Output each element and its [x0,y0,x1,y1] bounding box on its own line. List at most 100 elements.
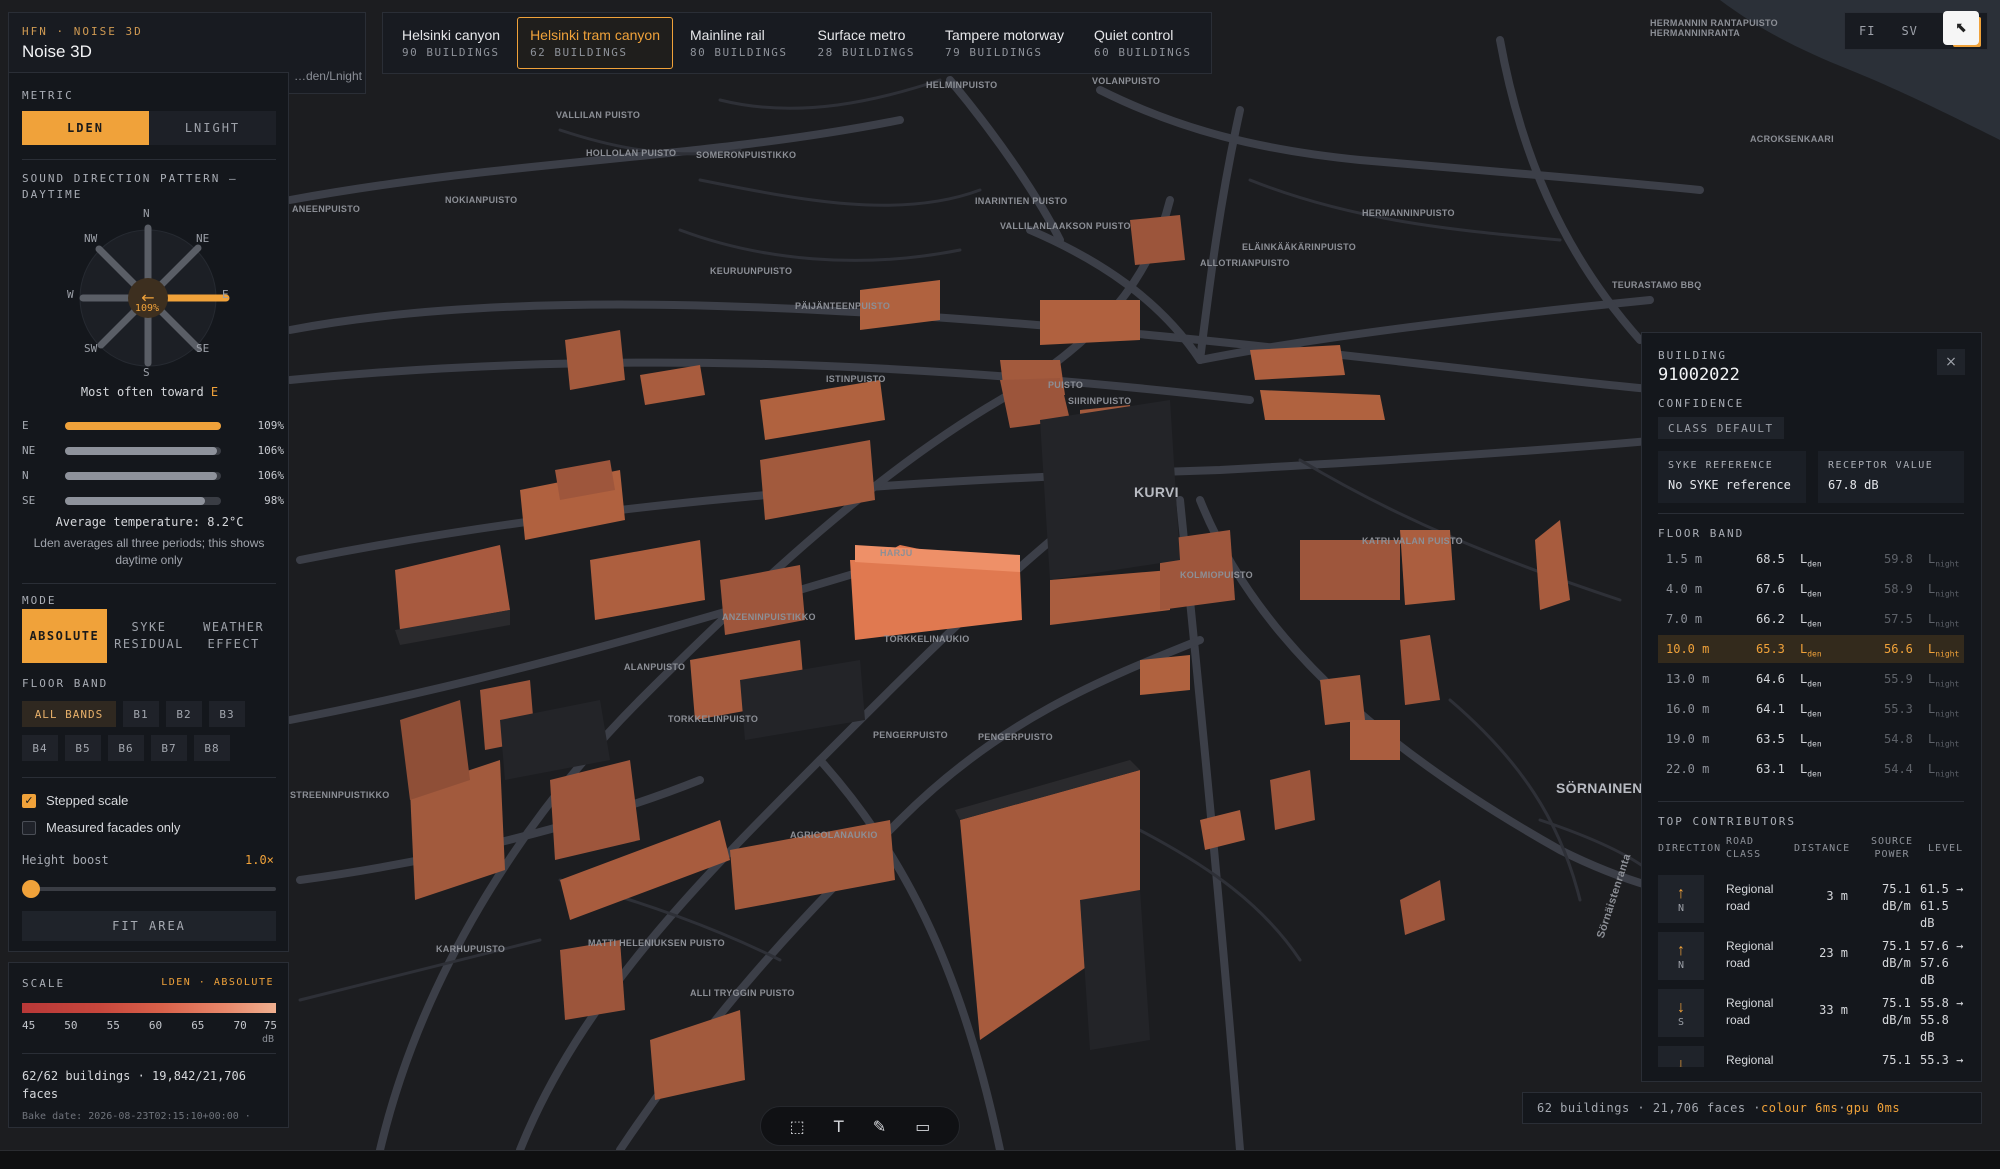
scale-tick-label: 55 [106,1019,120,1032]
stepped-scale-checkbox[interactable]: ✓ Stepped scale [22,793,128,808]
map-place-label: VALLILAN PUISTO [556,110,641,120]
height-boost-value: 1.0× [245,853,274,867]
band-chip-b5[interactable]: B5 [65,735,101,761]
band-chip-b3[interactable]: B3 [209,701,245,727]
map-place-label: ALLOTRIANPUISTO [1200,258,1290,268]
map-place-label: HOLLOLAN PUISTO [586,148,677,158]
scenario-tab[interactable]: Helsinki canyon 90 BUILDINGS [389,17,513,69]
floor-band-lnight-unit: Lnight [1928,762,1959,778]
fit-area-button[interactable]: FIT AREA [22,911,276,941]
band-chip-b4[interactable]: B4 [22,735,58,761]
lang-sv[interactable]: SV [1901,24,1917,38]
floor-band-row[interactable]: 1.5 m 68.5 Lden 59.8 Lnight [1658,545,1964,573]
band-chip-b1[interactable]: B1 [123,701,159,727]
lden-note: Lden averages all three periods; this sh… [33,536,265,567]
floor-band-lden: 64.1 [1756,702,1785,716]
status-colour-time: colour 6ms [1761,1101,1839,1115]
mode-option-syke-residual[interactable]: SYKE RESIDUAL [107,609,192,663]
lang-fi[interactable]: FI [1859,24,1875,38]
checkbox-checked-icon[interactable]: ✓ [22,793,36,808]
pencil-icon[interactable]: ✎ [873,1117,886,1136]
floor-band-row[interactable]: 22.0 m 63.1 Lden 54.4 Lnight [1658,755,1964,783]
mode-option-absolute[interactable]: ABSOLUTE [22,609,107,663]
contributor-row[interactable]: ↑ N Regional road 3 m 75.1 dB/m 61.5 → 61.5 d… [1658,873,1964,930]
floor-band-height: 4.0 m [1666,582,1703,596]
lden-sub: den [1807,559,1822,569]
scenario-tab[interactable]: Tampere motorway 79 BUILDINGS [932,17,1077,69]
scenario-tab[interactable]: Helsinki tram canyon 62 BUILDINGS [517,17,673,69]
band-chip-b2[interactable]: B2 [166,701,202,727]
scenario-tab-count: 62 BUILDINGS [530,46,628,59]
text-icon[interactable]: T [834,1117,844,1136]
direction-bar-row: SE 98% [22,492,284,508]
scenario-tab[interactable]: Quiet control 60 BUILDINGS [1081,17,1204,69]
select-icon[interactable]: ⬚ [790,1117,805,1136]
map-place-label: VALLILANLAAKSON PUISTO [1000,221,1131,231]
scale-tick-label: 60 [148,1019,163,1032]
cursor-icon[interactable]: ⬉ [1943,11,1979,45]
map-place-label: SÖRNAINEN [1556,780,1643,796]
scenario-tab[interactable]: Mainline rail 80 BUILDINGS [677,17,800,69]
checkbox-unchecked-icon[interactable] [22,820,36,835]
floor-band-row[interactable]: 16.0 m 64.1 Lden 55.3 Lnight [1658,695,1964,723]
arrow-glyph: ↑ [1677,941,1685,959]
arrow-glyph: ↑ [1677,884,1685,902]
floor-band-lnight: 56.6 [1884,642,1913,656]
source-power: 75.1 dB/m [1882,939,1911,970]
metric-option-lden[interactable]: LDEN [22,111,149,145]
level: 55.8 → 55.8 dB [1920,996,1964,1044]
scenario-tab[interactable]: Surface metro 28 BUILDINGS [804,17,927,69]
scenario-tab-count: 90 BUILDINGS [402,46,500,59]
floor-band-lden: 63.5 [1756,732,1785,746]
scale-tick-label: 50 [64,1019,78,1032]
comment-icon[interactable]: ▭ [915,1117,930,1136]
floor-band-row[interactable]: 13.0 m 64.6 Lden 55.9 Lnight [1658,665,1964,693]
measured-facades-checkbox[interactable]: Measured facades only [22,820,180,835]
direction-bar-fill [65,497,206,505]
floor-band-lden-unit: Lden [1800,732,1822,748]
band-chip-all[interactable]: ALL BANDS [22,701,116,727]
building-panel: BUILDING 91002022 × CONFIDENCE CLASS DEF… [1641,332,1982,1082]
map-place-label: MATTI HELENIUKSEN PUISTO [588,938,725,948]
metric-toggle: LDEN LNIGHT [22,111,276,145]
floor-band-row[interactable]: 4.0 m 67.6 Lden 58.9 Lnight [1658,575,1964,603]
floor-band-lden-unit: Lden [1800,612,1822,628]
floor-band-lnight: 54.8 [1884,732,1913,746]
controls-sidebar: METRIC LDEN LNIGHT SOUND DIRECTION PATTE… [8,72,289,952]
rose-label-se: SE [196,342,210,355]
direction-arrow-icon: ↑ N [1658,932,1704,980]
floor-band-lnight: 54.4 [1884,762,1913,776]
divider [22,159,276,160]
map-place-label: ANZENINPUISTIKKO [722,612,816,622]
measured-facades-label: Measured facades only [46,820,181,835]
direction-bar-label: E [22,419,29,432]
band-chip-b7[interactable]: B7 [151,735,187,761]
floor-band-lden: 68.5 [1756,552,1785,566]
arrow-direction: N [1677,902,1685,914]
contributor-row[interactable]: ↓ S Regional road 33 m 75.1 dB/m 55.8 → 55.8 … [1658,987,1964,1044]
contributor-row[interactable]: ↓S Regional 75.1 55.3 → [1658,1044,1964,1067]
metric-option-lnight[interactable]: LNIGHT [149,111,276,145]
band-chip-b6[interactable]: B6 [108,735,144,761]
floor-band-lnight-unit: Lnight [1928,582,1959,598]
height-boost-track[interactable] [22,880,276,898]
mode-option-weather-effect[interactable]: WEATHER EFFECT [191,609,276,663]
arrow-direction: N [1677,959,1685,971]
direction-arrow-icon: ↓S [1658,989,1704,1037]
floor-band-row[interactable]: 7.0 m 66.2 Lden 57.5 Lnight [1658,605,1964,633]
level: 61.5 → 61.5 dB [1920,882,1964,930]
map-place-label: SIIRINPUISTO [1068,396,1132,406]
contributor-row[interactable]: ↑ N Regional road 23 m 75.1 dB/m 57.6 → 57.6 … [1658,930,1964,987]
most-often-dir: E [210,385,219,399]
building-count: 62/62 buildings · 19,842/21,706 faces [22,1069,246,1101]
level: 57.6 → 57.6 dB [1920,939,1964,987]
floor-band-row[interactable]: 10.0 m 65.3 Lden 56.6 Lnight [1658,635,1964,663]
floor-band-row[interactable]: 19.0 m 63.5 Lden 54.8 Lnight [1658,725,1964,753]
band-chip-b8[interactable]: B8 [194,735,230,761]
lden-sub: den [1807,739,1822,749]
height-boost-thumb[interactable] [22,880,40,898]
floor-band-lden: 66.2 [1756,612,1785,626]
divider [22,777,276,778]
floor-band-lden-unit: Lden [1800,702,1822,718]
map-place-label: HELMINPUISTO [926,80,998,90]
